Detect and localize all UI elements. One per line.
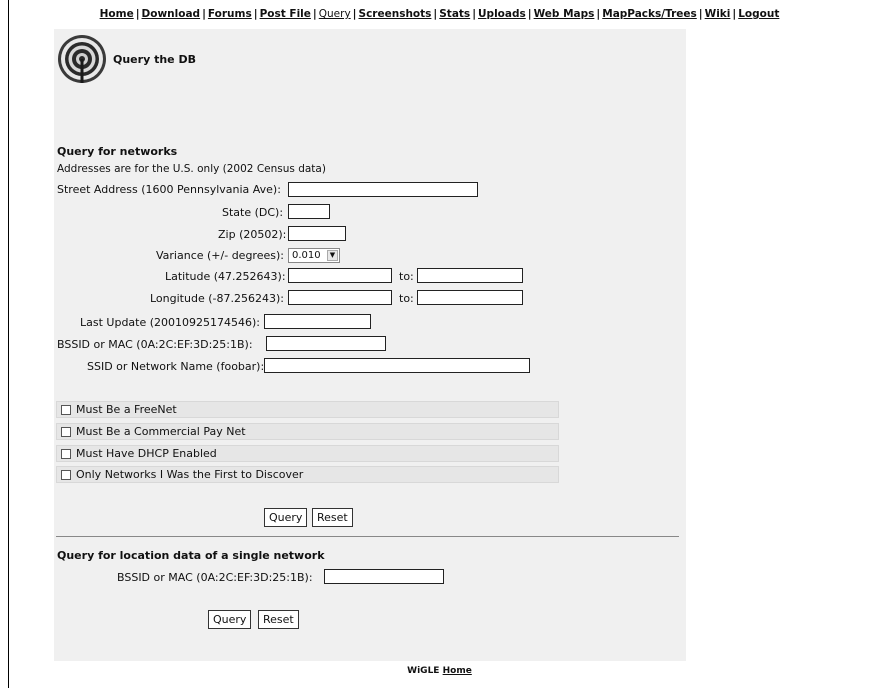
freenet-label: Must Be a FreeNet <box>76 403 177 416</box>
bssid-input[interactable] <box>266 336 386 351</box>
nav-home-link[interactable]: Home <box>100 8 134 20</box>
single-query-button[interactable]: Query <box>208 610 252 629</box>
last-update-input[interactable] <box>264 314 371 329</box>
state-label: State (DC): <box>222 206 284 219</box>
single-bssid-input[interactable] <box>324 569 444 584</box>
nav-separator <box>353 8 357 20</box>
street-address-label: Street Address (1600 Pennsylvania Ave): <box>57 183 281 196</box>
nav-separator <box>433 8 437 20</box>
nav-logout-link[interactable]: Logout <box>738 8 779 20</box>
longitude-from-input[interactable] <box>288 290 392 305</box>
single-bssid-label: BSSID or MAC (0A:2C:EF:3D:25:1B): <box>117 571 313 584</box>
nav-web-maps-link[interactable]: Web Maps <box>534 8 595 20</box>
single-network-section-title: Query for location data of a single netw… <box>57 549 325 562</box>
networks-reset-button[interactable]: Reset <box>312 508 353 527</box>
nav-mappacks-link[interactable]: MapPacks/Trees <box>602 8 697 20</box>
latitude-to-label: to: <box>399 270 414 283</box>
footer-brand: WiGLE <box>407 666 440 676</box>
census-note: Addresses are for the U.S. only (2002 Ce… <box>57 163 326 175</box>
zip-input[interactable] <box>288 226 346 241</box>
longitude-to-input[interactable] <box>417 290 523 305</box>
variance-label: Variance (+/- degrees): <box>156 249 284 262</box>
networks-query-button[interactable]: Query <box>264 508 308 527</box>
nav-uploads-link[interactable]: Uploads <box>478 8 526 20</box>
nav-wiki-link[interactable]: Wiki <box>705 8 731 20</box>
first-to-discover-label: Only Networks I Was the First to Discove… <box>76 468 304 481</box>
latitude-to-input[interactable] <box>417 268 523 283</box>
nav-post-file-link[interactable]: Post File <box>260 8 311 20</box>
nav-separator <box>596 8 600 20</box>
nav-download-link[interactable]: Download <box>142 8 201 20</box>
footer: WiGLE Home <box>0 666 879 676</box>
zip-label: Zip (20502): <box>218 228 287 241</box>
freenet-checkbox[interactable] <box>61 405 71 415</box>
street-address-input[interactable] <box>288 182 478 197</box>
nav-separator <box>313 8 317 20</box>
single-reset-button[interactable]: Reset <box>258 610 299 629</box>
top-navigation: Home Download Forums Post File Query Screensh… <box>0 8 879 20</box>
nav-stats-link[interactable]: Stats <box>439 8 470 20</box>
nav-separator <box>528 8 532 20</box>
ssid-input[interactable] <box>264 358 530 373</box>
ssid-label: SSID or Network Name (foobar): <box>87 360 265 373</box>
nav-separator <box>254 8 258 20</box>
nav-separator <box>732 8 736 20</box>
nav-separator <box>136 8 140 20</box>
footer-home-link[interactable]: Home <box>443 666 472 676</box>
commercial-pay-net-option[interactable]: Must Be a Commercial Pay Net <box>56 423 559 440</box>
nav-separator <box>202 8 206 20</box>
latitude-from-input[interactable] <box>288 268 392 283</box>
freenet-option[interactable]: Must Be a FreeNet <box>56 401 559 418</box>
page-title: Query the DB <box>113 53 196 66</box>
bssid-label: BSSID or MAC (0A:2C:EF:3D:25:1B): <box>57 338 253 351</box>
longitude-to-label: to: <box>399 292 414 305</box>
state-input[interactable] <box>288 204 330 219</box>
first-to-discover-option[interactable]: Only Networks I Was the First to Discove… <box>56 466 559 483</box>
networks-section-title: Query for networks <box>57 145 178 158</box>
chevron-down-icon: ▼ <box>327 250 338 261</box>
variance-value: 0.010 <box>292 250 321 261</box>
first-to-discover-checkbox[interactable] <box>61 470 71 480</box>
nav-separator <box>472 8 476 20</box>
page-left-border <box>8 0 9 688</box>
dhcp-enabled-label: Must Have DHCP Enabled <box>76 447 217 460</box>
latitude-label: Latitude (47.252643): <box>165 270 286 283</box>
last-update-label: Last Update (20010925174546): <box>80 316 261 329</box>
commercial-pay-net-label: Must Be a Commercial Pay Net <box>76 425 246 438</box>
variance-select[interactable]: 0.010 ▼ <box>288 248 340 263</box>
longitude-label: Longitude (-87.256243): <box>150 292 284 305</box>
commercial-pay-net-checkbox[interactable] <box>61 427 71 437</box>
nav-screenshots-link[interactable]: Screenshots <box>359 8 432 20</box>
dhcp-enabled-option[interactable]: Must Have DHCP Enabled <box>56 445 559 462</box>
nav-separator <box>699 8 703 20</box>
wigle-logo-icon <box>58 35 106 83</box>
section-divider <box>56 536 679 537</box>
dhcp-enabled-checkbox[interactable] <box>61 449 71 459</box>
nav-forums-link[interactable]: Forums <box>208 8 252 20</box>
nav-query-link[interactable]: Query <box>319 8 351 20</box>
